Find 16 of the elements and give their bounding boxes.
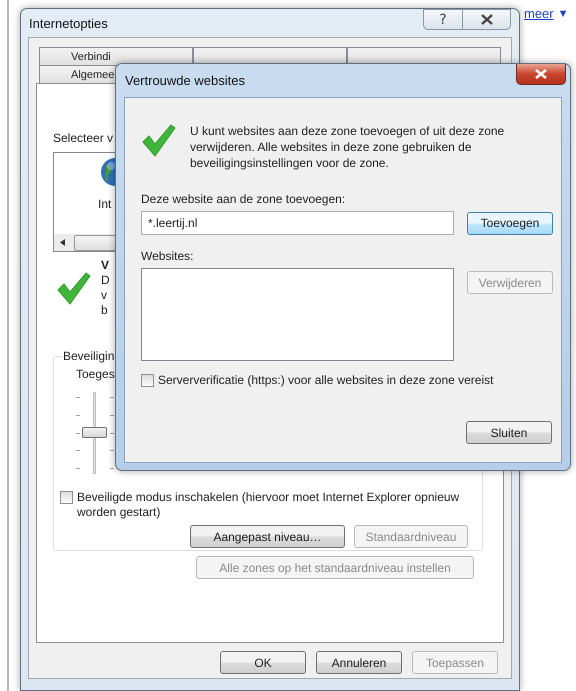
zone-description: D [101,273,110,288]
level-label: Toeges [76,367,115,382]
websites-label: Websites: [141,249,194,264]
window-title: Internetopties [29,16,108,30]
protected-mode-label: Beveiligde modus inschakelen (hiervoor moet Internet Explorer opnieuw worden gestart) [77,490,460,520]
caret-icon: ▼ [558,8,569,20]
zone-prompt: Selecteer v [53,131,114,146]
zone-label: Int [98,197,112,212]
dialog-title: Vertrouwde websites [125,73,245,88]
intro-text: U kunt websites aan deze zone toevoegen of uit deze zone verwijderen. Alle websites in deze zone gebruiken de beveiligingsinstellingen voor de zone. [190,123,506,172]
zone-description: v [101,288,107,303]
https-label: Serververificatie (https:) voor alle websites in deze zone vereist [158,373,494,388]
group-legend: Beveiligin [62,349,116,363]
zone-description: b [101,303,108,318]
add-site-label: Deze website aan de zone toevoegen: [141,192,346,207]
zone-title: V [101,258,110,273]
